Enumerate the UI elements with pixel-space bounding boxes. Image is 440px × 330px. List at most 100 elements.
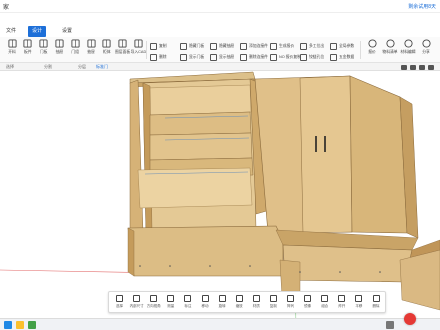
door-group-icon xyxy=(67,39,83,48)
tool-label: 删除 xyxy=(159,54,167,59)
bottom-tool-measure[interactable]: 测量 xyxy=(162,294,179,312)
bottom-tool-array[interactable]: 阵列 xyxy=(282,294,299,312)
tool-show-drawer[interactable]: 显示抽屉 xyxy=(210,52,234,62)
bom-icon xyxy=(382,39,398,48)
tool-label: 隐藏抽屉 xyxy=(219,43,235,48)
hardware-icon xyxy=(330,53,337,61)
tab-design[interactable]: 设计 xyxy=(28,26,47,37)
bottom-tool-erase[interactable]: 删除 xyxy=(368,294,385,312)
copy2-icon xyxy=(269,295,277,302)
tool-quote-copy[interactable]: NO 报价复制 xyxy=(270,52,301,62)
bottom-toolbar: 选择 内部尺寸 方向视角 测量 标注 移动 旋转 缩放 材质 复制 阵列 镜像 组合 炸开 平移 删除 xyxy=(108,291,386,313)
sub-select[interactable]: 选择 xyxy=(6,64,14,70)
tool-hide-door[interactable]: 隐藏门板 xyxy=(180,41,204,51)
tool-multi-station[interactable]: 多工位出 xyxy=(300,41,324,51)
bottom-tool-texture[interactable]: 材质 xyxy=(248,294,265,312)
tool-label: 门板 xyxy=(39,50,48,54)
sub-toolbar: 选择 分割 分层 标准门 xyxy=(0,63,440,71)
tool-hide-drawer[interactable]: 隐藏抽屉 xyxy=(210,41,234,51)
tool-label: 抽屉 xyxy=(55,50,64,54)
sub-split[interactable]: 分割 xyxy=(44,64,52,70)
toolbar-divider xyxy=(360,41,361,59)
cabinet-icon xyxy=(99,39,115,48)
bottom-tool-view[interactable]: 方向视角 xyxy=(145,294,162,312)
hide-drawer-icon xyxy=(210,42,217,50)
tool-label: 五金数据 xyxy=(339,54,355,59)
quote-icon xyxy=(270,42,277,50)
bottom-tool-explode[interactable]: 炸开 xyxy=(333,294,350,312)
bottom-tool-select[interactable]: 选择 xyxy=(111,294,128,312)
hinge-icon xyxy=(300,53,307,61)
tool-label: 门组 xyxy=(71,50,79,54)
start-icon[interactable] xyxy=(4,321,12,329)
tool-label: 显示门板 xyxy=(189,54,205,59)
bottom-tool-annotate[interactable]: 标注 xyxy=(179,294,196,312)
tool-label: 全局参数 xyxy=(339,43,355,48)
show-door-icon xyxy=(180,53,187,61)
view-top-icon[interactable] xyxy=(410,64,416,70)
tool-delete-connector[interactable]: 删除连接件 xyxy=(240,52,268,62)
tool-door-group[interactable]: 门组 xyxy=(67,39,83,61)
title-bar: 家 剩余试用8天 xyxy=(0,0,440,13)
center-door xyxy=(299,75,353,234)
bottom-tool-rotate[interactable]: 旋转 xyxy=(214,294,231,312)
hide-door-icon xyxy=(180,42,187,50)
tool-cad-import[interactable]: 导入CAD xyxy=(130,39,146,61)
bottom-tool-group[interactable]: 组合 xyxy=(316,294,333,312)
bottom-tool-scale[interactable]: 缩放 xyxy=(231,294,248,312)
app-icon[interactable] xyxy=(28,321,36,329)
cut-icon xyxy=(4,39,20,48)
tool-door[interactable]: 门板 xyxy=(36,39,52,61)
tool-cabinet[interactable]: 柜体 xyxy=(99,39,115,61)
material-icon xyxy=(400,39,416,48)
sub-layer[interactable]: 分层 xyxy=(78,64,86,70)
tool-quote[interactable]: 生成报价 xyxy=(270,41,294,51)
view-icons xyxy=(401,63,434,71)
delete-icon xyxy=(150,53,157,61)
tool-connector[interactable]: 添加连接件 xyxy=(240,41,268,51)
folder-icon[interactable] xyxy=(16,321,24,329)
copy-icon xyxy=(150,42,157,50)
bottom-tool-label: 方向视角 xyxy=(146,304,161,308)
record-button[interactable] xyxy=(404,313,416,325)
tool-cut[interactable]: 开料 xyxy=(4,39,20,61)
drawer-group-icon xyxy=(83,39,99,48)
tool-hinge[interactable]: 铰链孔位 xyxy=(300,52,324,62)
tool-material[interactable]: 材料编辑 xyxy=(400,39,416,61)
tool-label: 显示抽屉 xyxy=(219,54,235,59)
tool-hardware[interactable]: 五金数据 xyxy=(330,52,354,62)
tab-file[interactable]: 文件 xyxy=(2,26,20,37)
inner-size-icon xyxy=(133,295,141,302)
tool-label: 材料编辑 xyxy=(400,50,416,54)
tool-drawer[interactable]: 抽屉 xyxy=(51,39,67,61)
tool-global-param[interactable]: 全局参数 xyxy=(330,41,354,51)
group-icon xyxy=(321,295,329,302)
price-icon xyxy=(364,39,380,48)
tool-show-door[interactable]: 显示门板 xyxy=(180,52,204,62)
tray-icon[interactable] xyxy=(386,321,394,329)
view-iso-icon[interactable] xyxy=(428,64,434,70)
bottom-tool-pan[interactable]: 平移 xyxy=(350,294,367,312)
bottom-tool-copy2[interactable]: 复制 xyxy=(265,294,282,312)
tab-settings[interactable]: 设置 xyxy=(58,26,76,37)
tool-board[interactable]: 板件 xyxy=(20,39,36,61)
bottom-tool-label: 选择 xyxy=(116,304,123,308)
view-front-icon[interactable] xyxy=(401,64,407,70)
left-base xyxy=(127,225,284,277)
tool-drawer-group[interactable]: 抽屉 xyxy=(83,39,99,61)
tool-bom[interactable]: 物料清单 xyxy=(382,39,398,61)
tool-share[interactable]: 分享 xyxy=(418,39,434,61)
view-side-icon[interactable] xyxy=(419,64,425,70)
bottom-tool-mirror[interactable]: 镜像 xyxy=(299,294,316,312)
drawer-2 xyxy=(149,132,253,161)
sub-standard-door[interactable]: 标准门 xyxy=(96,64,108,70)
bottom-tool-move[interactable]: 移动 xyxy=(197,294,214,312)
tool-copy[interactable]: 复制 xyxy=(150,41,167,51)
bottom-tool-inner-size[interactable]: 内部尺寸 xyxy=(128,294,145,312)
right-base xyxy=(282,244,413,283)
delete-connector-icon xyxy=(240,53,247,61)
tool-delete[interactable]: 删除 xyxy=(150,52,167,62)
tool-price[interactable]: 报价 xyxy=(364,39,380,61)
trial-notice[interactable]: 剩余试用8天 xyxy=(408,3,436,10)
tool-layer[interactable]: 图层面板 xyxy=(115,39,131,61)
